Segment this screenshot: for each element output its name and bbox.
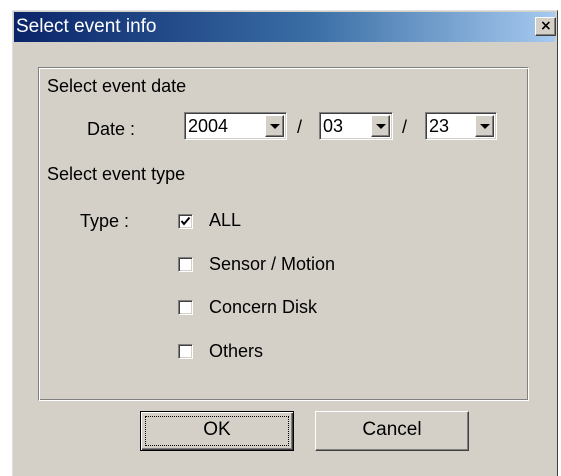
checkbox-others-label[interactable]: Others: [209, 341, 263, 361]
select-event-dialog: Select event info × Select event date Da…: [12, 10, 558, 476]
date-separator: /: [402, 117, 408, 137]
day-dropdown-button[interactable]: [475, 115, 494, 137]
month-value: 03: [323, 116, 344, 136]
chevron-down-icon: [270, 124, 280, 129]
month-dropdown-button[interactable]: [371, 115, 390, 137]
day-value: 23: [429, 116, 450, 136]
checkbox-sensor-motion[interactable]: [178, 257, 193, 272]
type-label: Type :: [80, 211, 130, 231]
checkbox-sensor-motion-label[interactable]: Sensor / Motion: [209, 254, 335, 274]
date-label: Date :: [87, 119, 136, 139]
close-button[interactable]: ×: [535, 17, 556, 36]
event-date-heading: Select event date: [47, 76, 187, 96]
date-separator: /: [297, 117, 303, 137]
year-value: 2004: [188, 116, 229, 136]
chevron-down-icon: [376, 124, 386, 129]
title-bar[interactable]: Select event info ×: [14, 12, 556, 42]
checkbox-concern-disk[interactable]: [178, 300, 193, 315]
cancel-button-label: Cancel: [362, 419, 422, 440]
focus-rect: [145, 416, 289, 446]
close-icon: ×: [540, 18, 552, 34]
checkbox-all-label[interactable]: ALL: [209, 210, 241, 230]
event-type-heading: Select event type: [47, 164, 186, 184]
month-select[interactable]: 03: [319, 112, 393, 140]
checkbox-concern-disk-label[interactable]: Concern Disk: [209, 297, 317, 317]
year-dropdown-button[interactable]: [265, 115, 284, 137]
ok-button[interactable]: OK: [140, 411, 294, 451]
checkmark-icon: [180, 216, 191, 226]
cancel-button[interactable]: Cancel: [315, 411, 469, 451]
day-select[interactable]: 23: [425, 112, 497, 140]
chevron-down-icon: [480, 124, 490, 129]
window-title: Select event info: [16, 16, 157, 37]
checkbox-all[interactable]: [178, 214, 193, 229]
year-select[interactable]: 2004: [184, 112, 287, 140]
checkbox-others[interactable]: [178, 344, 193, 359]
